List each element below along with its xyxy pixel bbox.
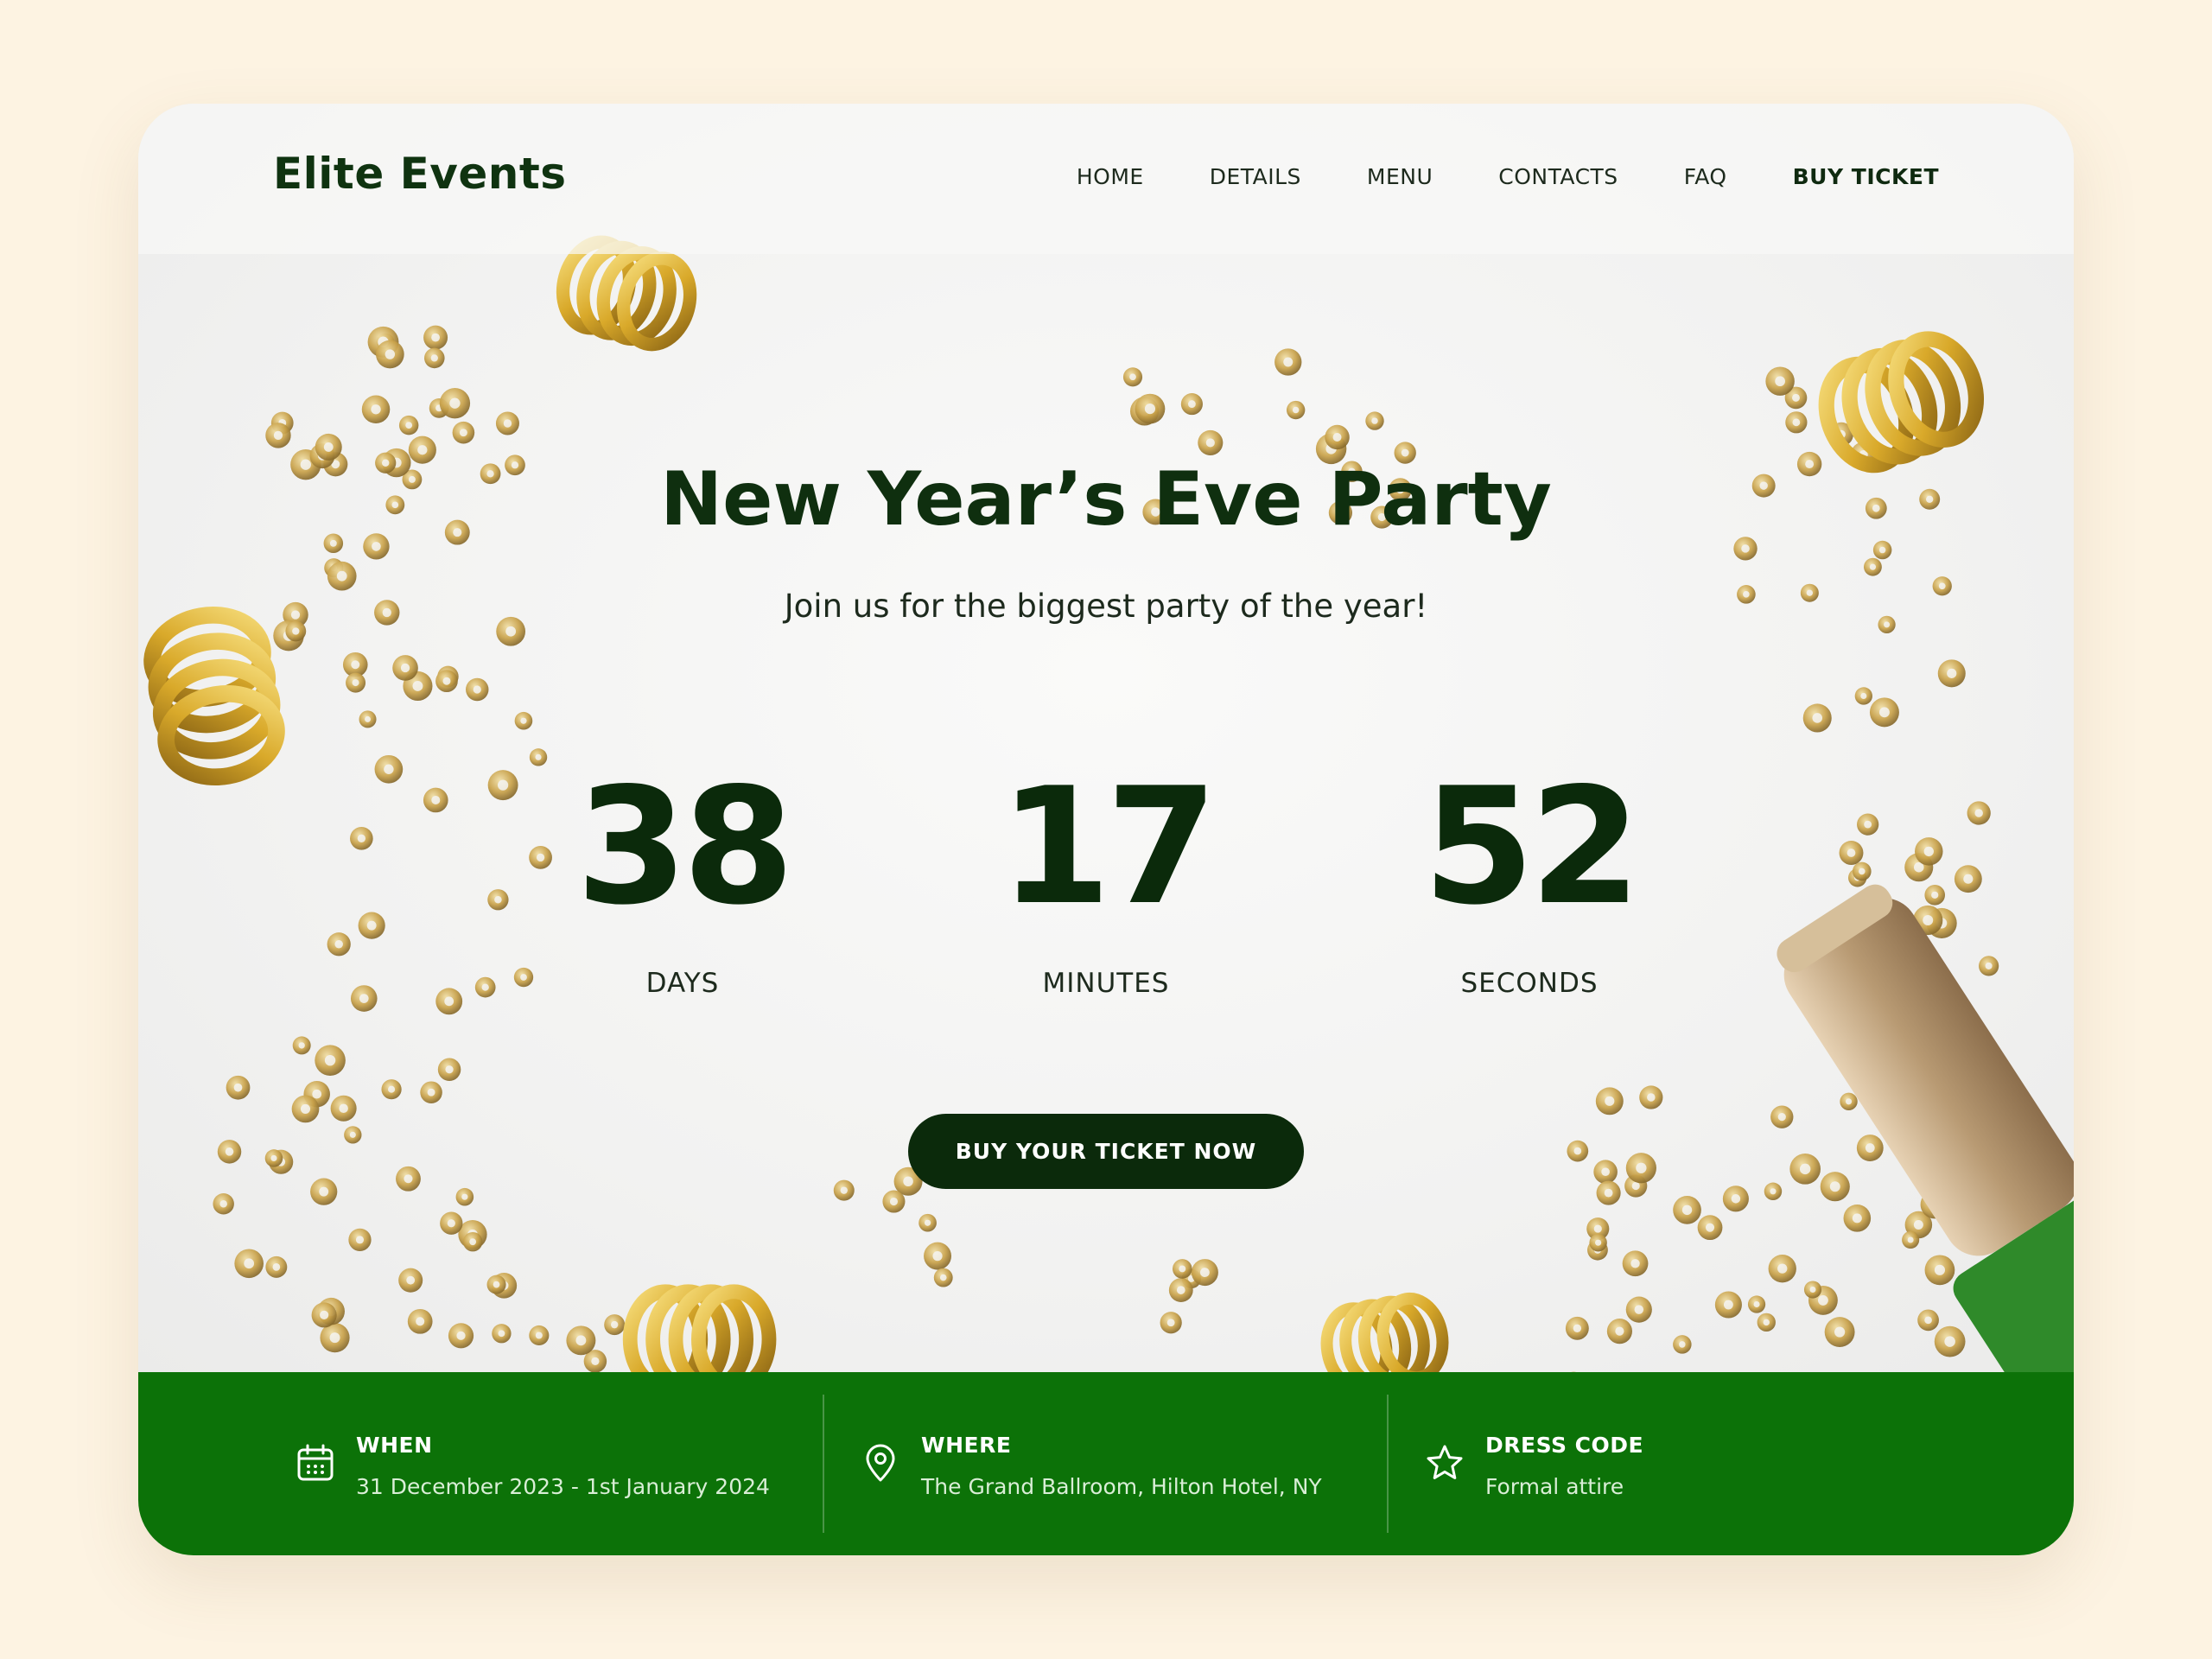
info-when-heading: WHEN (356, 1433, 433, 1458)
nav-contacts-link[interactable]: CONTACTS (1498, 164, 1618, 189)
location-pin-icon (866, 1444, 895, 1482)
buy-ticket-now-button[interactable]: BUY YOUR TICKET NOW (908, 1114, 1304, 1189)
event-subtitle: Join us for the biggest party of the yea… (784, 588, 1428, 625)
countdown-minutes-label: MINUTES (1042, 968, 1170, 999)
info-dress-code-value: Formal attire (1485, 1474, 1624, 1499)
nav-menu-link[interactable]: MENU (1367, 164, 1433, 189)
countdown-days-label: DAYS (645, 968, 720, 999)
event-info-bar: WHEN 31 December 2023 - 1st January 2024… (138, 1372, 2074, 1555)
countdown-days: 38 DAYS (510, 752, 855, 999)
countdown-seconds-label: SECONDS (1460, 968, 1599, 999)
star-icon (1427, 1445, 1463, 1479)
main-navigation: HOME DETAILS MENU CONTACTS FAQ BUY TICKE… (1077, 164, 1939, 189)
countdown-seconds-value: 52 (1422, 753, 1642, 940)
nav-faq-link[interactable]: FAQ (1684, 164, 1727, 189)
countdown-days-value: 38 (575, 753, 795, 940)
landing-page-card: Elite Events HOME DETAILS MENU CONTACTS … (138, 104, 2074, 1555)
info-dress-code-heading: DRESS CODE (1485, 1433, 1644, 1458)
info-where-heading: WHERE (921, 1433, 1012, 1458)
event-title: New Year’s Eve Party (660, 456, 1552, 543)
countdown-seconds: 52 SECONDS (1357, 752, 1702, 999)
brand-logo[interactable]: Elite Events (273, 149, 567, 199)
info-where-value: The Grand Ballroom, Hilton Hotel, NY (921, 1474, 1322, 1499)
countdown-minutes-value: 17 (999, 753, 1218, 940)
info-when-value: 31 December 2023 - 1st January 2024 (356, 1474, 770, 1499)
info-divider (1387, 1395, 1389, 1533)
calendar-icon (297, 1444, 334, 1481)
header-bar: Elite Events HOME DETAILS MENU CONTACTS … (138, 104, 2074, 254)
hero-section: Elite Events HOME DETAILS MENU CONTACTS … (138, 104, 2074, 1372)
nav-buy-ticket-link[interactable]: BUY TICKET (1793, 164, 1939, 189)
countdown-minutes: 17 MINUTES (933, 752, 1279, 999)
nav-home-link[interactable]: HOME (1077, 164, 1144, 189)
nav-details-link[interactable]: DETAILS (1210, 164, 1301, 189)
info-divider (823, 1395, 824, 1533)
